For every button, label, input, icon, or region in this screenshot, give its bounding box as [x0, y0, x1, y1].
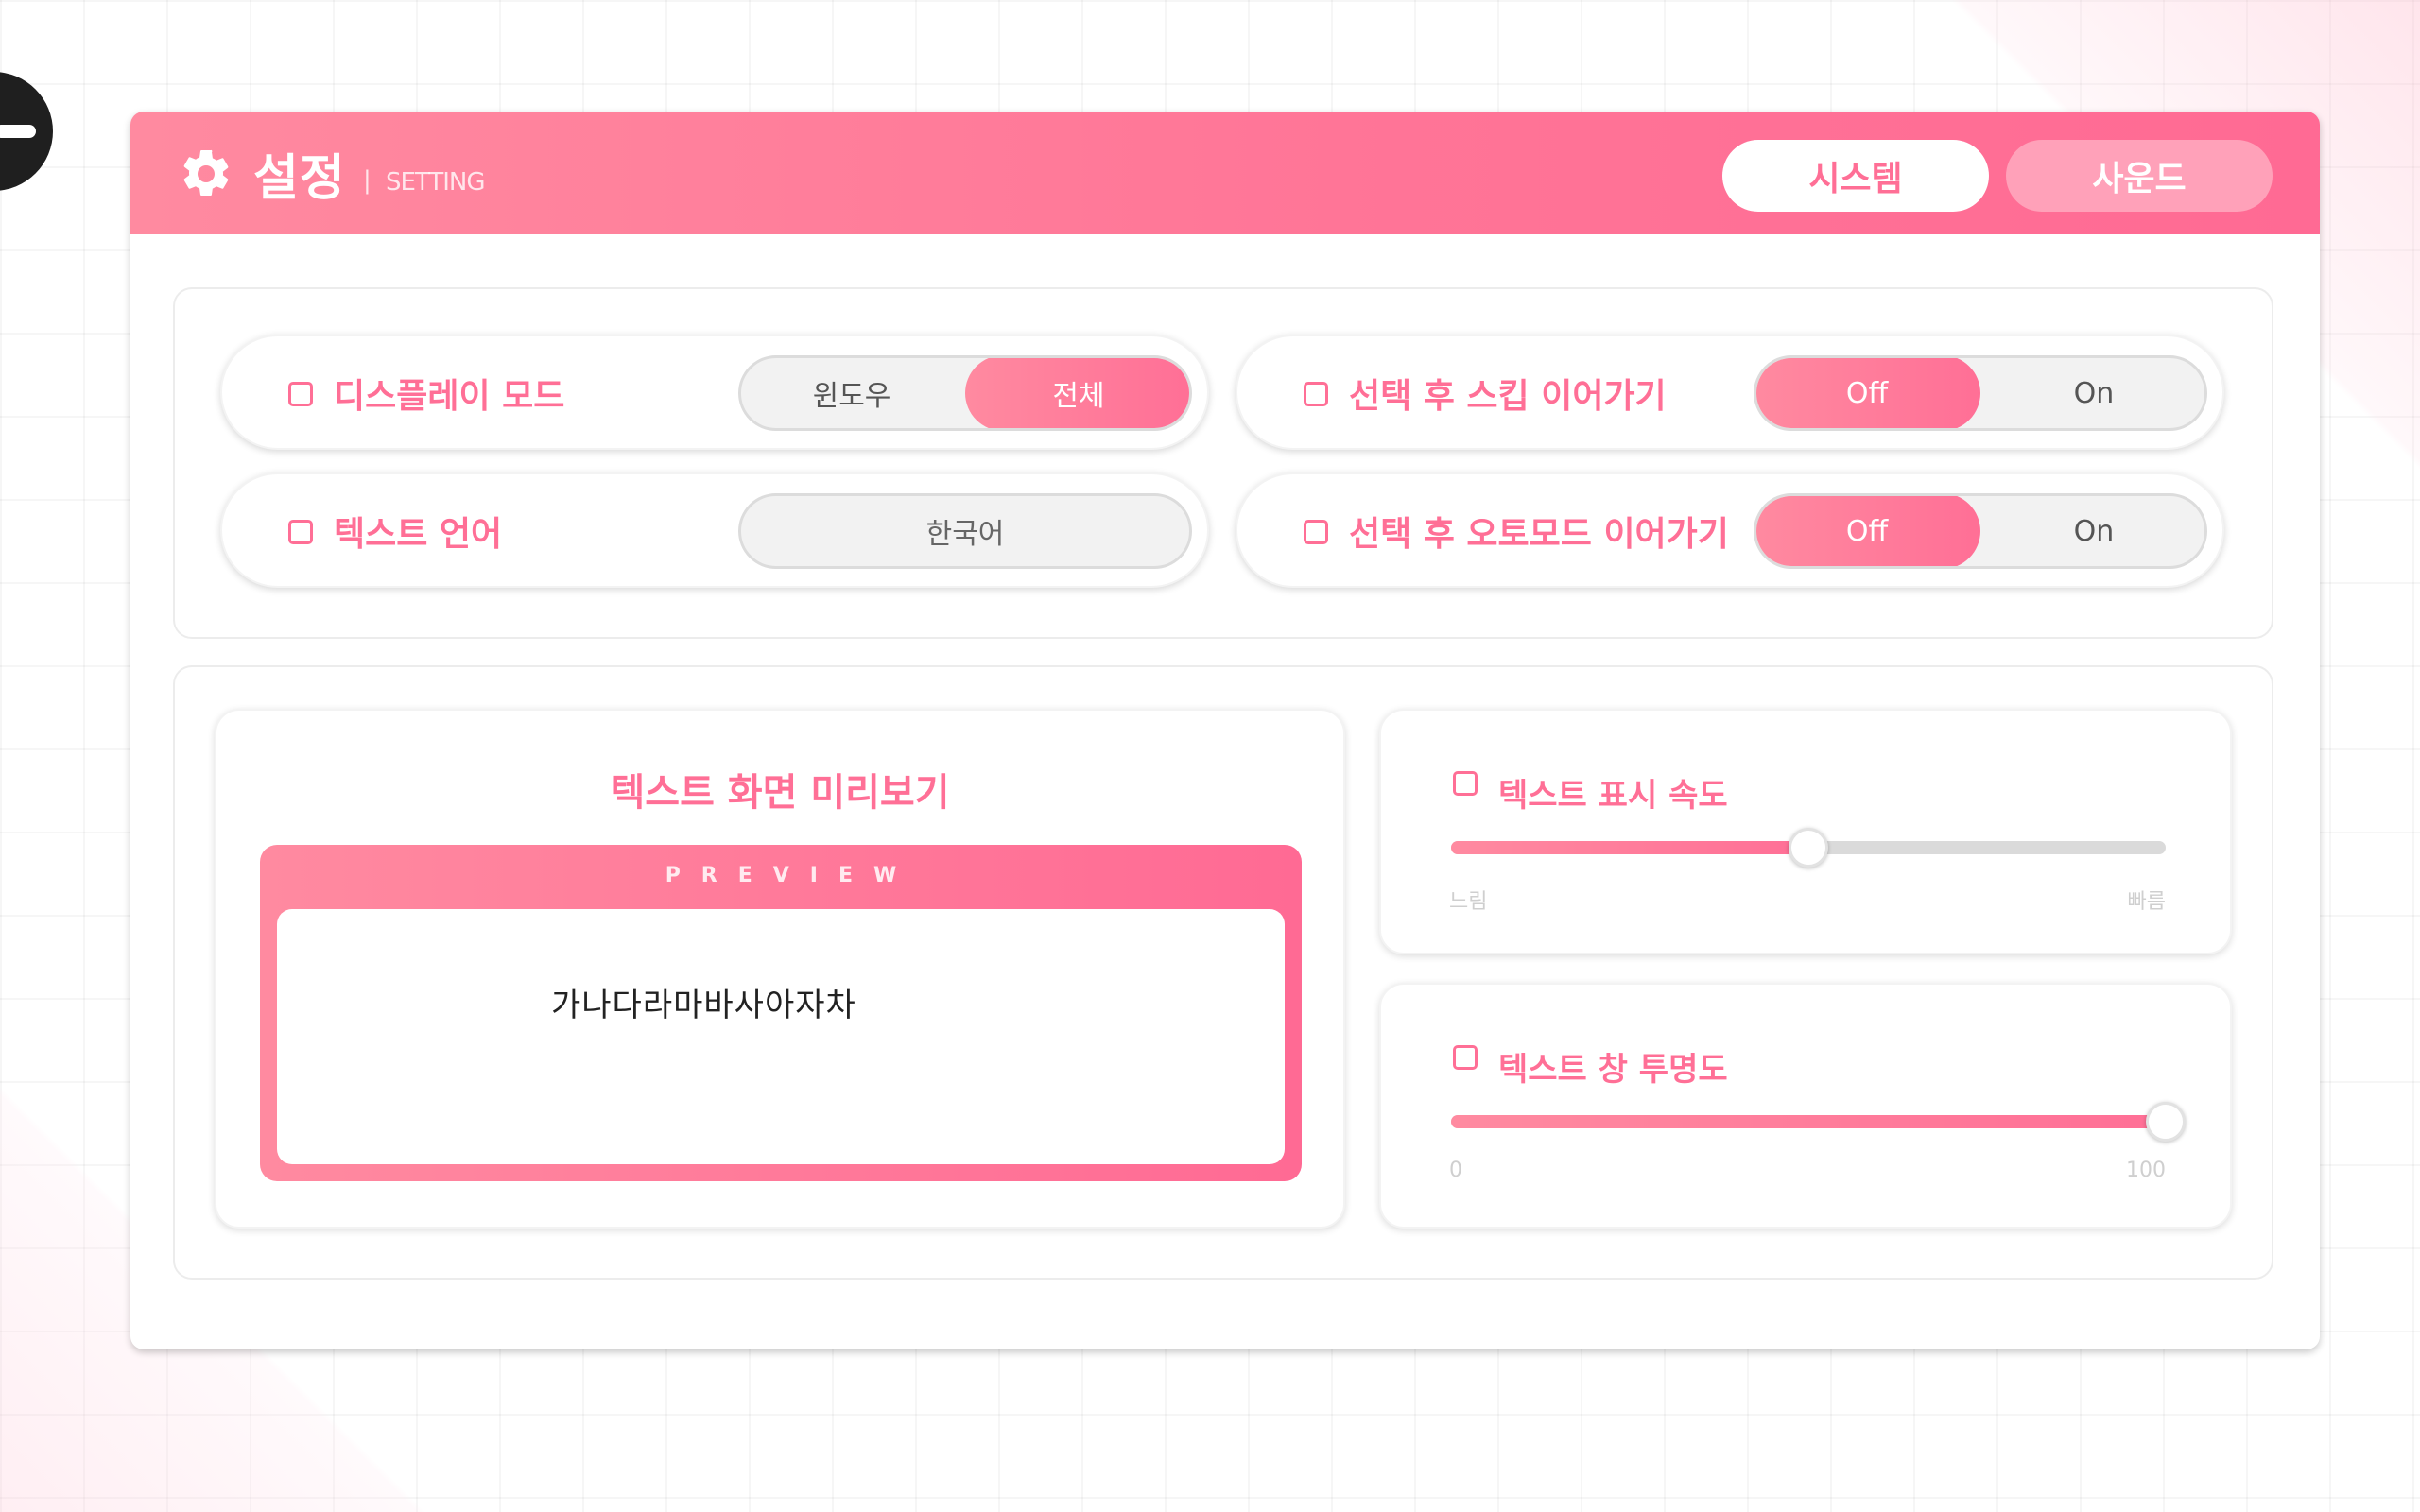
display-mode-window-option[interactable]: 윈도우	[741, 358, 965, 428]
display-mode-row: 디스플레이 모드 윈도우 전체	[220, 335, 1209, 450]
text-opacity-slider[interactable]	[1451, 1102, 2186, 1142]
text-speed-min-label: 느림	[1449, 890, 1488, 914]
checkbox-icon	[288, 382, 313, 406]
system-options-section: 디스플레이 모드 윈도우 전체 선택 후 스킵 이어가기 Off On 텍스트 …	[173, 287, 2273, 639]
skip-after-select-label: 선택 후 스킵 이어가기	[1349, 377, 1667, 416]
auto-after-select-toggle: Off On	[1754, 493, 2207, 569]
text-opacity-thumb[interactable]	[2146, 1102, 2186, 1142]
display-mode-fullscreen-option[interactable]: 전체	[965, 358, 1189, 428]
text-speed-max-label: 빠름	[2127, 890, 2166, 914]
text-opacity-fill	[1451, 1115, 2166, 1128]
auto-on-option[interactable]: On	[1980, 496, 2204, 566]
display-mode-toggle: 윈도우 전체	[738, 355, 1192, 431]
preview-card: 텍스트 화면 미리보기 PREVIEW 가나다라마바사아자차	[215, 709, 1345, 1228]
text-opacity-min-label: 0	[1449, 1159, 1462, 1182]
skip-on-option[interactable]: On	[1980, 358, 2204, 428]
settings-window: 설정 | SETTING 시스템 사운드 디스플레이 모드 윈도우 전체 선택 …	[130, 112, 2320, 1349]
gear-icon	[183, 149, 229, 196]
text-language-select[interactable]: 한국어	[738, 493, 1192, 569]
text-speed-label: 텍스트 표시 속도	[1498, 777, 1728, 815]
page-subtitle: SETTING	[386, 168, 486, 197]
auto-off-option[interactable]: Off	[1756, 496, 1980, 566]
preview-textbox: 가나다라마바사아자차	[277, 909, 1285, 1164]
display-mode-label: 디스플레이 모드	[334, 377, 565, 416]
text-language-value: 한국어	[925, 518, 1005, 551]
tab-system[interactable]: 시스템	[1722, 140, 1989, 212]
auto-after-select-label: 선택 후 오토모드 이어가기	[1349, 515, 1729, 554]
text-opacity-card: 텍스트 창 투명도 0 100	[1379, 983, 2232, 1228]
text-opacity-max-label: 100	[2126, 1159, 2166, 1182]
auto-after-select-row: 선택 후 오토모드 이어가기 Off On	[1236, 472, 2224, 588]
checkbox-icon	[1453, 771, 1478, 796]
page-title: 설정	[253, 150, 346, 207]
text-speed-card: 텍스트 표시 속도 느림 빠름	[1379, 709, 2232, 954]
preview-label: PREVIEW	[665, 864, 918, 887]
back-button[interactable]	[0, 72, 53, 191]
text-speed-fill	[1451, 841, 1808, 854]
tab-sound[interactable]: 사운드	[2006, 140, 2273, 212]
preview-title: 텍스트 화면 미리보기	[610, 771, 950, 815]
settings-header: 설정 | SETTING 시스템 사운드	[130, 112, 2320, 234]
preview-frame: PREVIEW 가나다라마바사아자차	[260, 845, 1302, 1181]
skip-off-option[interactable]: Off	[1756, 358, 1980, 428]
checkbox-icon	[1304, 382, 1328, 406]
text-options-section: 텍스트 화면 미리보기 PREVIEW 가나다라마바사아자차 텍스트 표시 속도…	[173, 665, 2273, 1280]
checkbox-icon	[288, 520, 313, 544]
text-speed-slider[interactable]	[1451, 828, 2166, 868]
skip-after-select-toggle: Off On	[1754, 355, 2207, 431]
checkbox-icon	[1304, 520, 1328, 544]
checkbox-icon	[1453, 1045, 1478, 1070]
preview-sample-text: 가나다라마바사아자차	[551, 987, 856, 1024]
text-language-label: 텍스트 언어	[334, 515, 503, 554]
text-speed-thumb[interactable]	[1789, 828, 1828, 868]
title-separator: |	[363, 166, 372, 195]
minus-icon	[0, 125, 36, 138]
text-opacity-label: 텍스트 창 투명도	[1498, 1051, 1728, 1089]
skip-after-select-row: 선택 후 스킵 이어가기 Off On	[1236, 335, 2224, 450]
text-language-row: 텍스트 언어 한국어	[220, 472, 1209, 588]
